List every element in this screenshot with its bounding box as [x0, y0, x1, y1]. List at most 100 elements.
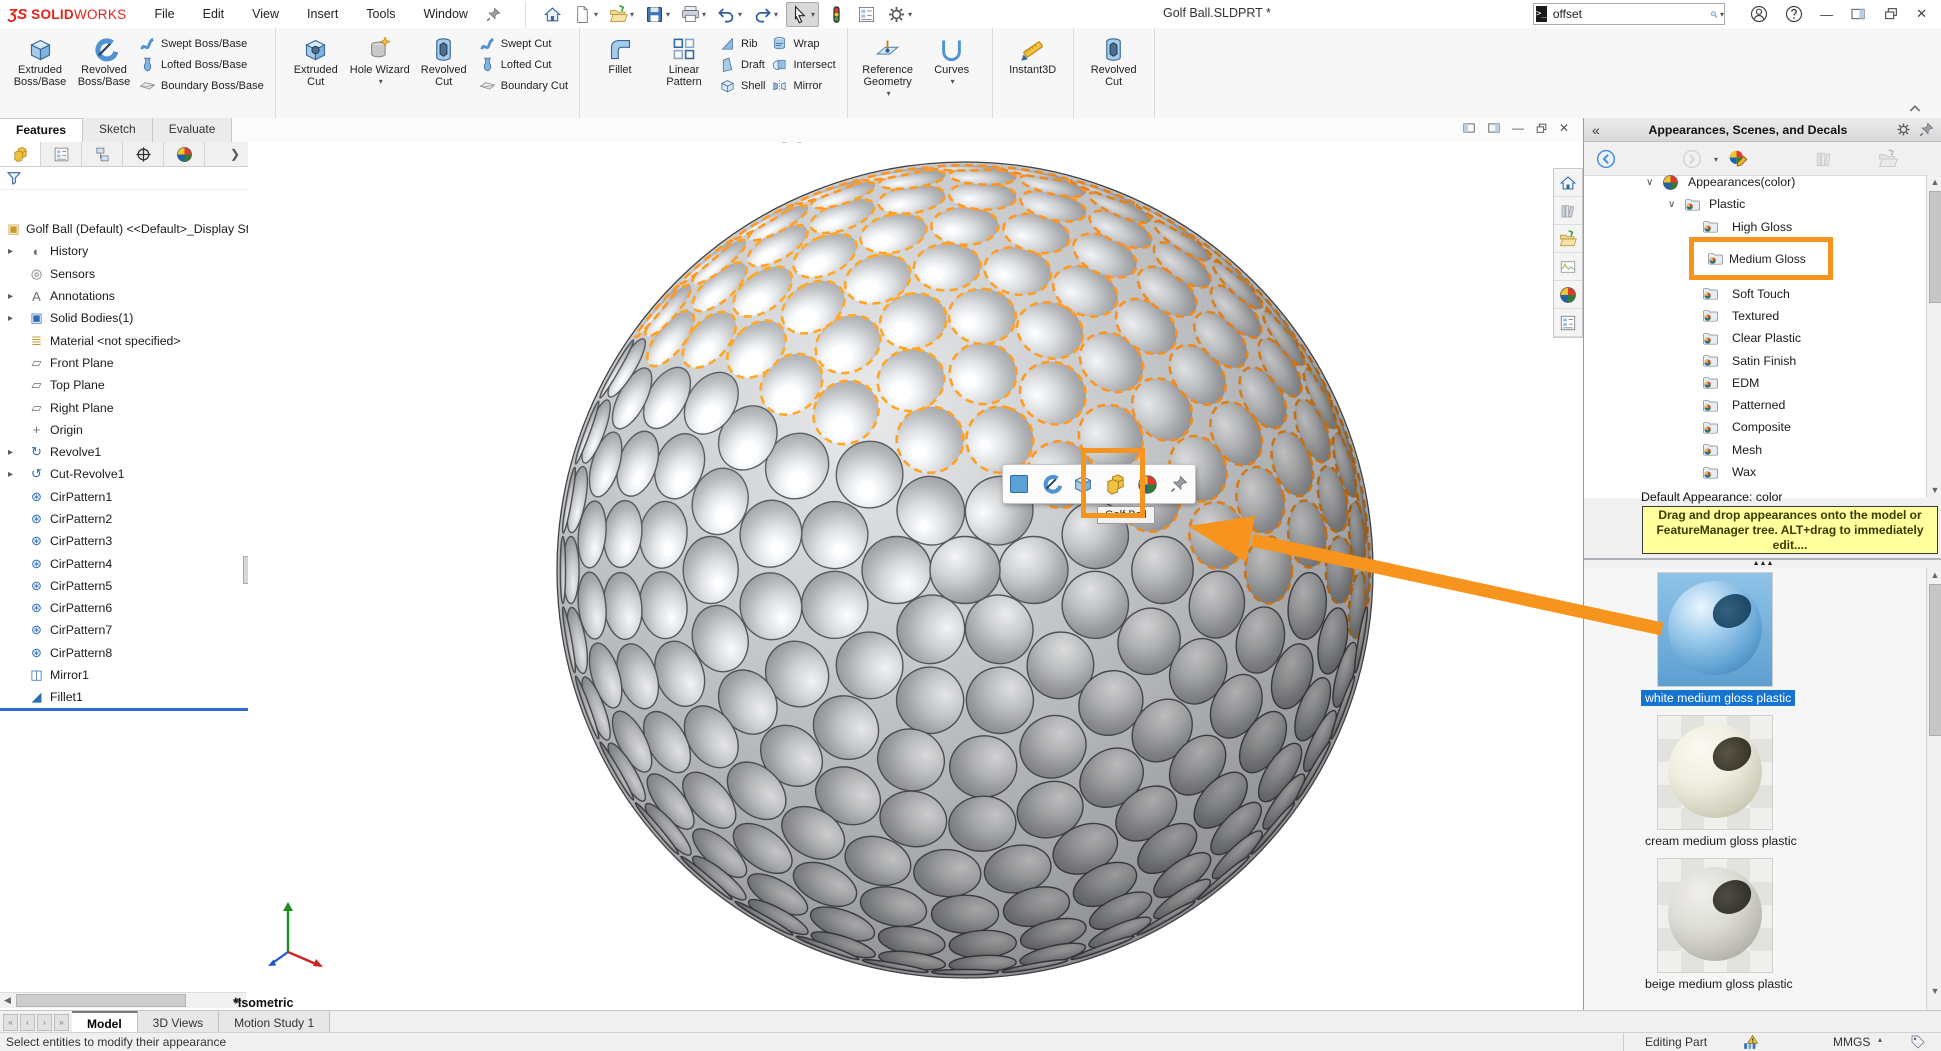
- ribbon-button-lofted-cut[interactable]: Lofted Cut: [479, 54, 568, 75]
- settings-dropdown-icon[interactable]: ▾: [908, 10, 912, 19]
- task-pane-tab-file-explorer[interactable]: [1554, 225, 1582, 253]
- ribbon-button-swept-boss-base[interactable]: Swept Boss/Base: [139, 33, 264, 54]
- back-icon[interactable]: [1596, 149, 1616, 169]
- show-panes-icon[interactable]: [1850, 6, 1866, 22]
- appearance-tree-item-satin-finish[interactable]: Satin Finish: [1584, 349, 1926, 371]
- edit-appearance-icon[interactable]: [1002, 142, 1024, 144]
- tree-scrollbar[interactable]: ▲ ▼: [1926, 175, 1941, 497]
- feature-tree-item-fillet1[interactable]: ◢Fillet1: [0, 686, 248, 708]
- units-label[interactable]: MMGS: [1833, 1035, 1870, 1049]
- feature-tree-root[interactable]: ▣Golf Ball (Default) <<Default>_Display …: [0, 218, 248, 240]
- ribbon-button-fillet[interactable]: Fillet: [590, 31, 650, 76]
- save-dropdown-icon[interactable]: ▾: [666, 10, 670, 19]
- open-button[interactable]: ▾: [606, 3, 637, 26]
- annotation-tools-icon[interactable]: [868, 142, 890, 144]
- task-pane-tab-custom-properties[interactable]: [1554, 309, 1582, 337]
- zoom-to-area-icon[interactable]: [781, 142, 803, 144]
- library-icon[interactable]: [1814, 149, 1834, 169]
- appearance-feature-icon[interactable]: [1038, 471, 1064, 497]
- pane-options-gear-icon[interactable]: [1896, 122, 1911, 137]
- ribbon-button-revolved-cut[interactable]: Revolved Cut: [1084, 31, 1144, 88]
- save-button[interactable]: ▾: [642, 3, 673, 26]
- thumbnails-scrollbar[interactable]: ▲ ▼: [1926, 568, 1941, 1012]
- appearance-thumbnail-cream-medium-gloss-plastic[interactable]: cream medium gloss plastic: [1641, 715, 1881, 849]
- restore-button[interactable]: [1883, 6, 1899, 22]
- ribbon-button-intersect[interactable]: Intersect: [771, 54, 835, 75]
- redo-button[interactable]: ▾: [750, 3, 781, 26]
- print-dropdown-icon[interactable]: ▾: [702, 10, 706, 19]
- help-icon[interactable]: [1785, 5, 1803, 23]
- appearance-tree-item-patterned[interactable]: Patterned: [1584, 394, 1926, 416]
- dock-left-icon[interactable]: [1462, 121, 1476, 135]
- tree-horizontal-scrollbar[interactable]: ◀ ▶: [0, 992, 246, 1008]
- feature-tree-item-annotations[interactable]: ▸AAnnotations: [0, 285, 248, 307]
- ribbon-button-curves[interactable]: Curves▾: [922, 31, 982, 88]
- search-dropdown-icon[interactable]: ▾: [1720, 10, 1724, 19]
- tags-icon[interactable]: [1910, 1034, 1926, 1050]
- scrollbar-thumb[interactable]: [1929, 191, 1941, 303]
- feature-tree-item-history[interactable]: ▸◐History: [0, 240, 248, 262]
- ribbon-button-extruded-boss-base[interactable]: Extruded Boss/Base: [10, 31, 70, 88]
- tab-featuremanager[interactable]: [0, 142, 41, 166]
- units-dropdown-icon[interactable]: ▴: [1878, 1035, 1882, 1044]
- feature-tree-item-cut-revolve1[interactable]: ▸↺Cut-Revolve1: [0, 463, 248, 485]
- appearance-tree-item-mesh[interactable]: Mesh: [1584, 439, 1926, 461]
- bottom-tab-3d-views[interactable]: 3D Views: [138, 1011, 219, 1033]
- feature-tree-item-cirpattern8[interactable]: ⊛CirPattern8: [0, 642, 248, 664]
- ribbon-button-revolved-boss-base[interactable]: Revolved Boss/Base: [74, 31, 134, 88]
- scroll-down-icon[interactable]: ▼: [1927, 984, 1941, 998]
- collapse-ribbon-icon[interactable]: [1908, 100, 1922, 114]
- appearance-tree-item-soft-touch[interactable]: Soft Touch: [1584, 283, 1926, 305]
- ribbon-button-mirror[interactable]: Mirror: [771, 75, 835, 96]
- new-dropdown-icon[interactable]: ▾: [594, 10, 598, 19]
- expand-panel-icon[interactable]: ❯: [205, 142, 248, 166]
- select-dropdown-icon[interactable]: ▾: [811, 10, 815, 19]
- collapse-pane-icon[interactable]: «: [1592, 122, 1600, 138]
- ribbon-button-boundary-boss-base[interactable]: Boundary Boss/Base: [139, 75, 264, 96]
- bottom-tab-motion-study-1[interactable]: Motion Study 1: [219, 1011, 330, 1033]
- menu-item[interactable]: Insert: [305, 5, 340, 23]
- home-button[interactable]: [540, 3, 565, 26]
- ribbon-button-hole-wizard[interactable]: Hole Wizard▾: [350, 31, 410, 88]
- pin-menu-icon[interactable]: [486, 6, 501, 21]
- section-view-icon[interactable]: [839, 142, 861, 144]
- pin-toolbar-icon[interactable]: [1166, 471, 1192, 497]
- ribbon-button-lofted-boss-base[interactable]: Lofted Boss/Base: [139, 54, 264, 75]
- appearance-thumbnail-white-medium-gloss-plastic[interactable]: white medium gloss plastic: [1641, 572, 1881, 706]
- appearance-tree-item-clear-plastic[interactable]: Clear Plastic: [1584, 327, 1926, 349]
- history-dropdown-icon[interactable]: ▾: [1714, 155, 1718, 164]
- previous-view-icon[interactable]: [810, 142, 832, 144]
- feature-tree-item-cirpattern3[interactable]: ⊛CirPattern3: [0, 530, 248, 552]
- feature-tree-item-solid-bodies-1-[interactable]: ▸▣Solid Bodies(1): [0, 307, 248, 329]
- scroll-up-icon[interactable]: ▲: [1927, 175, 1941, 189]
- options-button[interactable]: [854, 3, 879, 26]
- close-button[interactable]: ✕: [1916, 6, 1927, 22]
- search-box[interactable]: >_ ▾: [1533, 3, 1725, 25]
- first-tab-icon[interactable]: «: [3, 1014, 18, 1031]
- task-pane-tab-design-library[interactable]: [1554, 197, 1582, 225]
- appearance-thumbnail-beige-medium-gloss-plastic[interactable]: beige medium gloss plastic: [1641, 858, 1881, 992]
- tree-item-label[interactable]: Medium Gloss: [1729, 252, 1806, 266]
- doc-restore-button[interactable]: [1535, 122, 1548, 135]
- ribbon-button-extruded-cut[interactable]: Extruded Cut: [286, 31, 346, 88]
- doc-close-button[interactable]: ✕: [1559, 121, 1569, 135]
- ribbon-button-rib[interactable]: Rib: [719, 33, 765, 54]
- appearance-tree-item-composite[interactable]: Composite: [1584, 416, 1926, 438]
- scrollbar-thumb[interactable]: [16, 994, 186, 1007]
- minimize-button[interactable]: —: [1820, 7, 1833, 22]
- ribbon-button-shell[interactable]: Shell: [719, 75, 765, 96]
- ribbon-button-swept-cut[interactable]: Swept Cut: [479, 33, 568, 54]
- dock-right-icon[interactable]: [1487, 121, 1501, 135]
- feature-tree-item-mirror1[interactable]: ◫Mirror1: [0, 664, 248, 686]
- appearance-tree-item-high-gloss[interactable]: High Gloss: [1584, 216, 1926, 238]
- bottom-tab-model[interactable]: Model: [72, 1011, 138, 1033]
- command-tab-evaluate[interactable]: Evaluate: [153, 118, 233, 142]
- golf-ball-model[interactable]: [248, 142, 1583, 1010]
- command-tab-features[interactable]: Features: [0, 118, 83, 142]
- feature-tree-item-front-plane[interactable]: ▱Front Plane: [0, 352, 248, 374]
- forward-icon[interactable]: [1682, 149, 1702, 169]
- last-tab-icon[interactable]: »: [54, 1014, 69, 1031]
- menu-item[interactable]: Tools: [364, 5, 397, 23]
- hide-show-items-icon[interactable]: ▾: [967, 142, 995, 144]
- appearance-face-icon[interactable]: [1006, 471, 1032, 497]
